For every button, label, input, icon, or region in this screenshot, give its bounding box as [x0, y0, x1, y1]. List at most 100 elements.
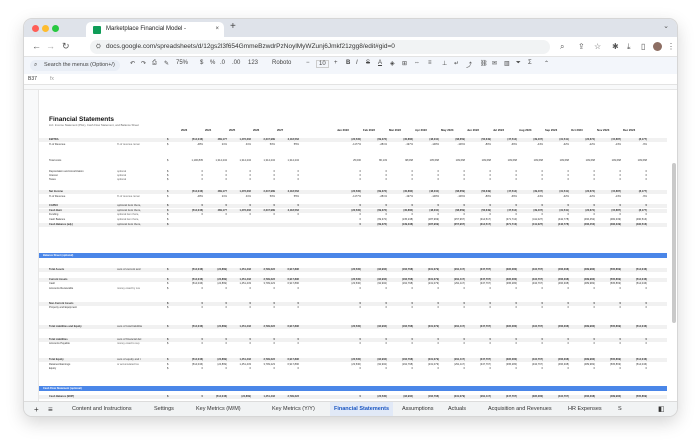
- month-cell[interactable]: 0: [443, 213, 465, 217]
- fill-color-icon[interactable]: ◈: [390, 60, 395, 67]
- annual-cell[interactable]: 0: [253, 213, 275, 217]
- annual-cell[interactable]: 0: [181, 367, 203, 371]
- month-cell[interactable]: (434,767): [521, 358, 543, 362]
- month-cell[interactable]: 0: [417, 204, 439, 208]
- vertical-align-icon[interactable]: ⊥: [442, 60, 447, 67]
- month-cell[interactable]: -32%: [547, 195, 569, 199]
- month-cell[interactable]: (395,280): [495, 325, 517, 329]
- annual-cell[interactable]: 0: [277, 178, 299, 182]
- formula-input[interactable]: [64, 74, 664, 84]
- month-cell[interactable]: -197%: [391, 195, 414, 199]
- month-cell[interactable]: (514,046): [625, 282, 647, 286]
- month-cell[interactable]: (8,177): [625, 138, 647, 142]
- month-cell[interactable]: (92,902): [365, 268, 387, 272]
- sheet-tab[interactable]: Key Metrics (M/M): [192, 402, 245, 416]
- month-cell[interactable]: 80,133: [365, 159, 387, 163]
- month-cell[interactable]: -6%: [625, 195, 647, 199]
- month-cell[interactable]: (23,530): [339, 190, 361, 194]
- table-row[interactable]: Funding optional item there, $0 0 0 0 0 0 0 0 0 0 0 0…: [39, 213, 667, 217]
- sheet-tab[interactable]: Assumptions: [398, 402, 438, 416]
- annual-cell[interactable]: 1,451,433: [229, 282, 251, 286]
- month-cell[interactable]: (162,768): [391, 282, 413, 286]
- table-row[interactable]: Accounts Receivable money owed by cus $0 0 0…: [39, 287, 667, 291]
- month-cell[interactable]: (395,280): [521, 395, 543, 399]
- annual-cell[interactable]: 0: [277, 367, 299, 371]
- month-cell[interactable]: (162,768): [391, 325, 413, 329]
- annual-cell[interactable]: 0: [205, 342, 227, 346]
- annual-cell[interactable]: 0: [253, 204, 275, 208]
- month-cell[interactable]: 0: [495, 367, 517, 371]
- annual-cell[interactable]: (514,046): [181, 190, 203, 194]
- font-size-field[interactable]: 10: [316, 60, 329, 68]
- month-cell[interactable]: 0: [391, 306, 413, 310]
- sheet-tab[interactable]: HR Expenses: [564, 402, 606, 416]
- month-cell[interactable]: -22%: [573, 143, 595, 147]
- annual-cell[interactable]: 1,314,234: [229, 159, 251, 163]
- browser-menu-icon[interactable]: ⋮: [667, 42, 675, 51]
- month-cell[interactable]: 0: [573, 204, 595, 208]
- share-icon[interactable]: ⇪: [578, 42, 585, 51]
- annual-cell[interactable]: 3,799,223: [253, 282, 275, 286]
- month-cell[interactable]: 0: [573, 367, 595, 371]
- month-cell[interactable]: 0: [339, 204, 361, 208]
- month-cell[interactable]: 0: [521, 213, 543, 217]
- month-cell[interactable]: 0: [599, 204, 621, 208]
- annual-cell[interactable]: 0: [253, 367, 275, 371]
- annual-cell[interactable]: 1,196,835: [181, 159, 203, 163]
- month-cell[interactable]: 0: [521, 178, 543, 182]
- month-cell[interactable]: 109,668: [443, 159, 465, 163]
- new-tab-button[interactable]: +: [230, 21, 236, 32]
- month-cell[interactable]: 0: [339, 178, 361, 182]
- annual-cell[interactable]: 0: [181, 395, 203, 399]
- annual-cell[interactable]: 3,118,563: [277, 190, 299, 194]
- sidepanel-icon[interactable]: ▯: [641, 42, 645, 51]
- table-row[interactable]: Property and Equipment $0 0 0 0 0 0 0 0 0 0 0 0 0 0 0 0 0: [39, 306, 667, 310]
- month-cell[interactable]: 0: [521, 367, 543, 371]
- month-cell[interactable]: 0: [443, 204, 465, 208]
- month-cell[interactable]: 0: [495, 342, 517, 346]
- annual-cell[interactable]: 1,451,433: [253, 395, 275, 399]
- month-cell[interactable]: (505,869): [599, 358, 621, 362]
- month-cell[interactable]: 0: [625, 342, 647, 346]
- annual-cell[interactable]: (514,046): [181, 138, 203, 142]
- annual-cell[interactable]: 1,314,234: [277, 159, 299, 163]
- zoom-select[interactable]: 75%: [176, 60, 188, 66]
- italic-icon[interactable]: I: [356, 60, 358, 66]
- month-cell[interactable]: 0: [625, 287, 647, 291]
- annual-cell[interactable]: (24,869): [205, 358, 227, 362]
- month-cell[interactable]: (69,372): [365, 223, 387, 227]
- month-cell[interactable]: (466,308): [547, 358, 569, 362]
- month-cell[interactable]: (23,530): [339, 268, 361, 272]
- month-cell[interactable]: 0: [495, 287, 517, 291]
- explore-button[interactable]: ◧: [658, 402, 665, 416]
- annual-cell[interactable]: 50%: [253, 195, 275, 199]
- annual-cell[interactable]: 21%: [205, 195, 227, 199]
- annual-cell[interactable]: (514,046): [181, 268, 203, 272]
- month-cell[interactable]: (490,516): [625, 218, 647, 222]
- collapse-toolbar-icon[interactable]: ⌃: [544, 60, 549, 67]
- month-cell[interactable]: (291,117): [443, 325, 465, 329]
- month-cell[interactable]: 0: [547, 342, 569, 346]
- month-cell[interactable]: -281%: [365, 195, 388, 199]
- month-cell[interactable]: (411,027): [521, 218, 543, 222]
- site-info-icon[interactable]: ⛭: [96, 40, 101, 54]
- month-cell[interactable]: (466,452): [573, 218, 595, 222]
- sheet-tab[interactable]: Settings: [150, 402, 178, 416]
- month-cell[interactable]: 0: [391, 178, 413, 182]
- annual-cell[interactable]: 489,177: [205, 190, 227, 194]
- month-cell[interactable]: (291,117): [469, 395, 491, 399]
- month-cell[interactable]: -80%: [469, 143, 491, 147]
- month-cell[interactable]: 0: [599, 178, 621, 182]
- month-cell[interactable]: -80%: [469, 195, 491, 199]
- vertical-scrollbar[interactable]: [672, 163, 676, 323]
- month-cell[interactable]: (31,541): [547, 138, 569, 142]
- reload-icon[interactable]: ↻: [62, 41, 70, 52]
- month-cell[interactable]: 0: [599, 213, 621, 217]
- annual-cell[interactable]: 0: [253, 342, 275, 346]
- maximize-window-button[interactable]: [52, 25, 59, 32]
- month-cell[interactable]: 0: [443, 178, 465, 182]
- month-cell[interactable]: 0: [573, 213, 595, 217]
- download-icon[interactable]: ⤓: [627, 42, 631, 52]
- month-cell[interactable]: (482,339): [599, 218, 621, 222]
- annual-cell[interactable]: 0: [205, 287, 227, 291]
